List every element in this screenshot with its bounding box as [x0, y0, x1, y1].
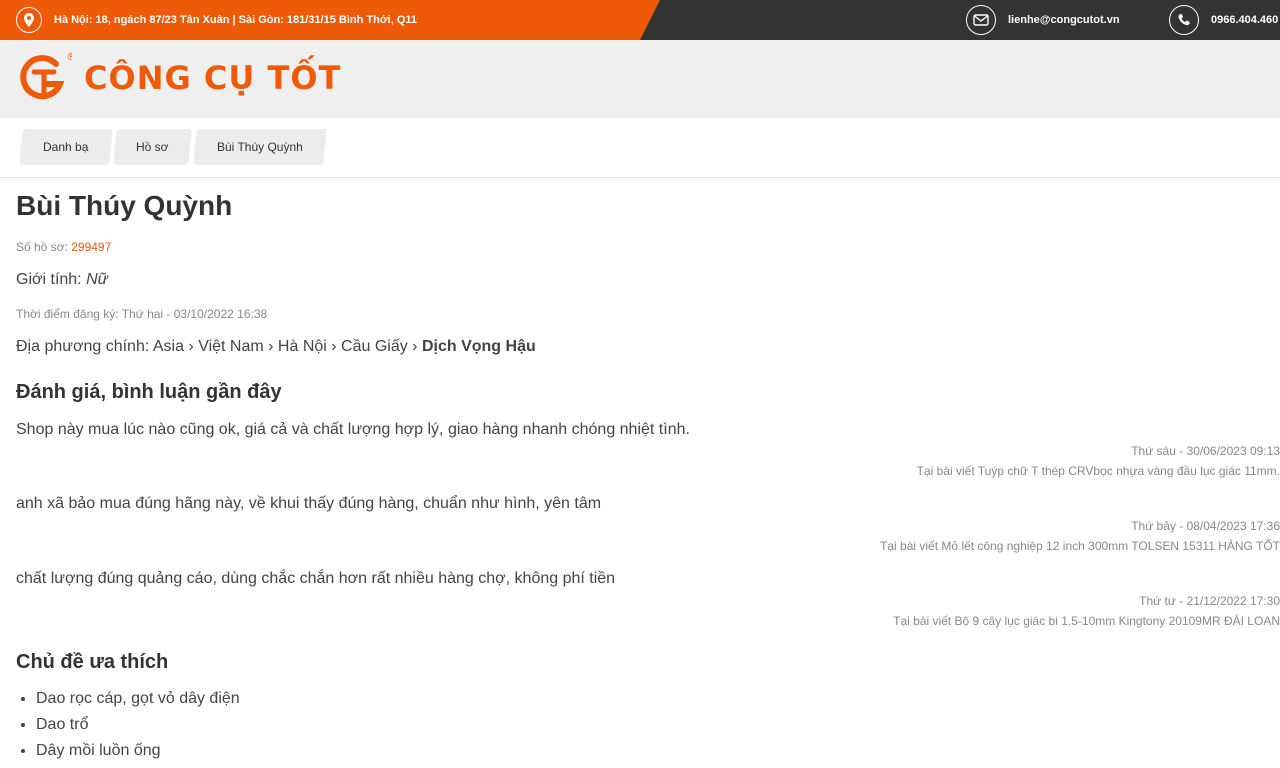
- topics-list: Dao rọc cáp, gọt vỏ dây điện Dao trổ Dây…: [16, 686, 240, 764]
- review-text: chất lượng đúng quảng cáo, dùng chắc chắ…: [16, 570, 616, 587]
- review-post-link[interactable]: Tại bài viết Mỏ lết công nghiệp 12 inch …: [880, 536, 1280, 556]
- phone-block[interactable]: 0966.404.460: [1169, 0, 1278, 40]
- review-meta: Thứ bảy - 08/04/2023 17:36 Tại bài viết …: [880, 516, 1280, 556]
- review-meta: Thứ tư - 21/12/2022 17:30 Tại bài viết B…: [893, 591, 1280, 631]
- breadcrumb-item-profile[interactable]: Hồ sơ: [113, 129, 192, 165]
- profile-registered: Thời điểm đăng ký: Thứ hai - 03/10/2022 …: [16, 307, 268, 321]
- profile-locale: Địa phương chính: Asia › Việt Nam › Hà N…: [16, 338, 536, 355]
- breadcrumb: Danh bạ Hồ sơ Bùi Thúy Quỳnh: [0, 118, 1280, 178]
- profile-id: Số hồ sơ: 299497: [16, 240, 112, 254]
- breadcrumb-item-current[interactable]: Bùi Thúy Quỳnh: [193, 129, 327, 165]
- email-link[interactable]: lienhe@congcutot.vn: [1008, 14, 1120, 26]
- review-meta: Thứ sáu - 30/06/2023 09:13 Tại bài viết …: [917, 441, 1280, 481]
- review-post-link[interactable]: Tại bài viết Bộ 9 cây lục giác bi 1.5-10…: [893, 611, 1280, 631]
- review-text: anh xã bảo mua đúng hãng này, về khui th…: [16, 495, 602, 512]
- topic-item[interactable]: Dao trổ: [36, 712, 240, 738]
- address-text: Hà Nội: 18, ngách 87/23 Tân Xuân | Sài G…: [54, 14, 418, 26]
- profile-id-value: 299497: [71, 240, 112, 254]
- email-block[interactable]: lienhe@congcutot.vn: [966, 0, 1120, 40]
- page-title: Bùi Thúy Quỳnh: [16, 190, 233, 221]
- site-header: ® CÔNG CỤ TỐT: [0, 40, 1280, 118]
- reviews-heading: Đánh giá, bình luận gần đây: [16, 381, 282, 403]
- logo-text: CÔNG CỤ TỐT: [84, 59, 342, 97]
- logo-mark-icon: ®: [20, 50, 72, 100]
- topic-item[interactable]: Dây mồi luồn ống: [36, 738, 240, 764]
- site-logo[interactable]: ® CÔNG CỤ TỐT: [16, 50, 341, 106]
- top-contact-bar: Hà Nội: 18, ngách 87/23 Tân Xuân | Sài G…: [0, 0, 1280, 40]
- topics-heading: Chủ đề ưa thích: [16, 651, 169, 673]
- locale-path[interactable]: Asia › Việt Nam › Hà Nội › Cầu Giấy ›: [153, 338, 422, 355]
- review-date: Thứ sáu - 30/06/2023 09:13: [1131, 444, 1280, 458]
- review-text: Shop này mua lúc nào cũng ok, giá cả và …: [16, 421, 690, 438]
- phone-link[interactable]: 0966.404.460: [1211, 14, 1278, 26]
- envelope-icon: [966, 5, 996, 35]
- review-date: Thứ tư - 21/12/2022 17:30: [1139, 594, 1280, 608]
- profile-gender: Giới tính: Nữ: [16, 271, 108, 288]
- location-pin-icon: [16, 7, 42, 33]
- topic-item[interactable]: Dao rọc cáp, gọt vỏ dây điện: [36, 686, 240, 712]
- review-date: Thứ bảy - 08/04/2023 17:36: [1131, 519, 1280, 533]
- review-post-link[interactable]: Tại bài viết Tuýp chữ T thép CRVbọc nhựa…: [917, 461, 1280, 481]
- breadcrumb-item-directory[interactable]: Danh bạ: [19, 129, 113, 165]
- svg-text:®: ®: [66, 50, 72, 63]
- locale-last[interactable]: Dịch Vọng Hậu: [422, 338, 536, 355]
- address-block: Hà Nội: 18, ngách 87/23 Tân Xuân | Sài G…: [16, 0, 417, 40]
- gender-value: Nữ: [86, 271, 108, 288]
- phone-icon: [1169, 5, 1199, 35]
